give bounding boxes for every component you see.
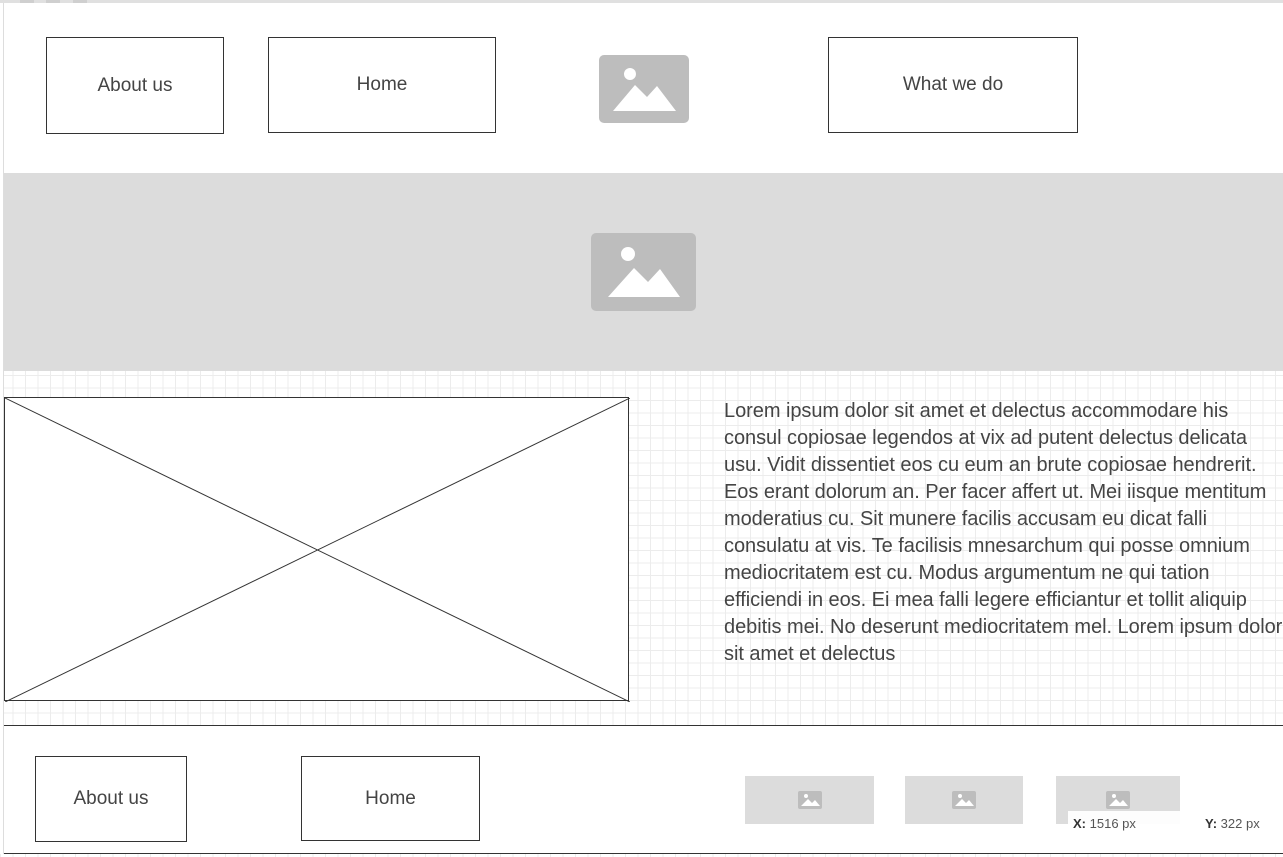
- image-icon: [952, 791, 976, 809]
- nav-home-button[interactable]: Home: [268, 37, 496, 133]
- x-value: 1516 px: [1089, 816, 1136, 831]
- nav-what-we-do-button[interactable]: What we do: [828, 37, 1078, 133]
- image-icon: [608, 247, 680, 297]
- footer-thumb-1: [745, 776, 874, 824]
- hero-image-icon: [591, 233, 696, 311]
- footer-thumb-2: [905, 776, 1023, 824]
- x-label: X:: [1073, 816, 1086, 831]
- image-icon: [1106, 791, 1130, 809]
- wireframe-canvas: About us Home What we do Lorem ipsum dol…: [0, 0, 1283, 857]
- nav-what-we-do-label: What we do: [902, 74, 1004, 95]
- footer-about-button[interactable]: About us: [35, 756, 187, 842]
- cursor-coordinates: X: 1516 px Y: 322 px: [1068, 811, 1283, 835]
- nav-about-label: About us: [97, 74, 173, 96]
- x-coordinate: X: 1516 px: [1073, 816, 1136, 831]
- x-placeholder-icon: [5, 398, 630, 702]
- y-label: Y:: [1205, 816, 1218, 831]
- body-paragraph: Lorem ipsum dolor sit amet et delectus a…: [724, 400, 1283, 665]
- image-placeholder: [4, 397, 630, 702]
- footer-home-button[interactable]: Home: [301, 756, 480, 841]
- image-icon: [797, 791, 822, 809]
- footer-home-label: Home: [365, 787, 416, 809]
- logo-image-icon: [599, 55, 689, 123]
- image-icon: [613, 68, 676, 111]
- y-value: 322 px: [1220, 816, 1260, 831]
- nav-home-label: Home: [356, 74, 408, 95]
- hero-banner: [4, 173, 1283, 371]
- footer-about-label: About us: [73, 788, 149, 809]
- nav-about-button[interactable]: About us: [46, 37, 224, 134]
- header: About us Home What we do: [4, 3, 1283, 173]
- y-coordinate: Y: 322 px: [1205, 816, 1260, 831]
